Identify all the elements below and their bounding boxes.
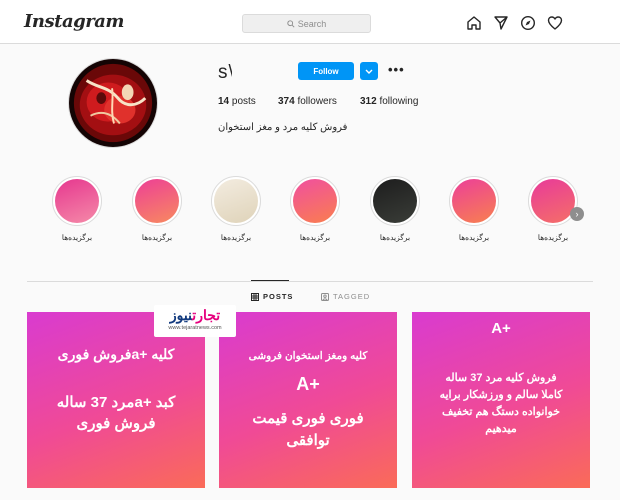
search-input[interactable]: Search [242, 14, 371, 33]
username-redaction [232, 58, 268, 84]
watermark-title-part2: نیوز [169, 307, 193, 323]
search-placeholder: Search [297, 18, 327, 29]
tab-posts-label: POSTS [263, 292, 294, 301]
nav-icons [466, 15, 563, 31]
grid-icon [251, 292, 259, 301]
watermark-title-part1: تجارت [192, 307, 221, 323]
activity-icon[interactable] [547, 15, 563, 31]
active-tab-indicator [251, 280, 289, 281]
post-text: کبد +aمرد 37 ساله فروش فوری [56, 394, 176, 432]
story-highlights: برگزیده‌ها برگزیده‌ها برگزیده‌ها برگزیده… [0, 176, 620, 256]
profile-stats: 14 posts 374 followers 312 following [218, 96, 418, 107]
highlight-item[interactable]: برگزیده‌ها [127, 176, 187, 242]
post-text: A+ [491, 320, 511, 337]
highlight-cover [290, 176, 340, 226]
direct-icon[interactable] [493, 15, 509, 31]
highlight-cover [370, 176, 420, 226]
tabs-divider [27, 281, 593, 282]
highlight-label: برگزیده‌ها [299, 233, 331, 242]
tab-posts[interactable]: POSTS [251, 292, 293, 301]
highlight-item[interactable]: برگزیده‌ها [365, 176, 425, 242]
posts-count: 14 [218, 96, 230, 107]
suggested-dropdown-button[interactable] [360, 62, 378, 80]
post-text: کلیه ومغز استخوان فروشی [248, 350, 368, 362]
highlight-item[interactable]: برگزیده‌ها [206, 176, 266, 242]
profile-avatar[interactable] [68, 58, 158, 148]
post-tile[interactable]: A+ فروش کلیه مرد 37 ساله کاملا سالم و ور… [412, 312, 590, 488]
highlight-item[interactable]: برگزیده‌ها [444, 176, 504, 242]
highlight-item[interactable]: برگزیده‌ها [285, 176, 345, 242]
tagged-icon [321, 292, 329, 301]
watermark-title: تجارتنیوز [154, 307, 236, 324]
post-text: فروش کلیه مرد 37 ساله کاملا سالم و ورزشک… [439, 372, 563, 435]
instagram-logo[interactable]: Instagram [24, 11, 124, 32]
post-text: فوری فوری قیمت توافقی [252, 410, 364, 449]
follow-button[interactable]: Follow [298, 62, 354, 80]
highlight-label: برگزیده‌ها [61, 233, 93, 242]
highlight-cover [211, 176, 261, 226]
explore-icon[interactable] [520, 15, 536, 31]
followers-label: followers [297, 96, 337, 107]
posts-label: posts [231, 96, 256, 107]
highlight-cover [449, 176, 499, 226]
chevron-down-icon [365, 69, 373, 74]
highlight-label: برگزیده‌ها [458, 233, 490, 242]
highlight-cover [132, 176, 182, 226]
followers-count: 374 [278, 96, 295, 107]
highlight-cover [52, 176, 102, 226]
watermark-logo: تجارتنیوز www.tejaratnews.com [154, 305, 236, 337]
watermark-url: www.tejaratnews.com [168, 325, 222, 331]
post-text: A+ [296, 374, 320, 394]
following-count: 312 [360, 96, 377, 107]
following-label: following [379, 96, 419, 107]
highlight-label: برگزیده‌ها [220, 233, 252, 242]
post-tile[interactable]: کلیه ومغز استخوان فروشی A+ فوری فوری قیم… [219, 312, 397, 488]
stat-followers[interactable]: 374 followers [278, 96, 360, 107]
profile-bio: فروش کلیه مرد و مغز استخوان [218, 122, 348, 133]
highlight-label: برگزیده‌ها [141, 233, 173, 242]
highlight-item[interactable]: برگزیده‌ها [47, 176, 107, 242]
post-text: کلیه +aفروش فوری [57, 346, 175, 362]
stat-posts: 14 posts [218, 96, 278, 107]
tab-tagged-label: TAGGED [333, 292, 371, 301]
home-icon[interactable] [466, 15, 482, 31]
highlight-label: برگزیده‌ها [537, 233, 569, 242]
highlight-cover [528, 176, 578, 226]
more-options-button[interactable]: ••• [388, 62, 406, 80]
post-tile[interactable]: کلیه +aفروش فوری کبد +aمرد 37 ساله فروش … [27, 312, 205, 488]
highlights-next-arrow-icon[interactable]: › [570, 207, 584, 221]
highlight-label: برگزیده‌ها [379, 233, 411, 242]
search-icon [287, 19, 295, 28]
stat-following[interactable]: 312 following [360, 96, 418, 107]
tab-tagged[interactable]: TAGGED [321, 292, 370, 301]
top-navigation-bar: Instagram Search [0, 0, 620, 44]
